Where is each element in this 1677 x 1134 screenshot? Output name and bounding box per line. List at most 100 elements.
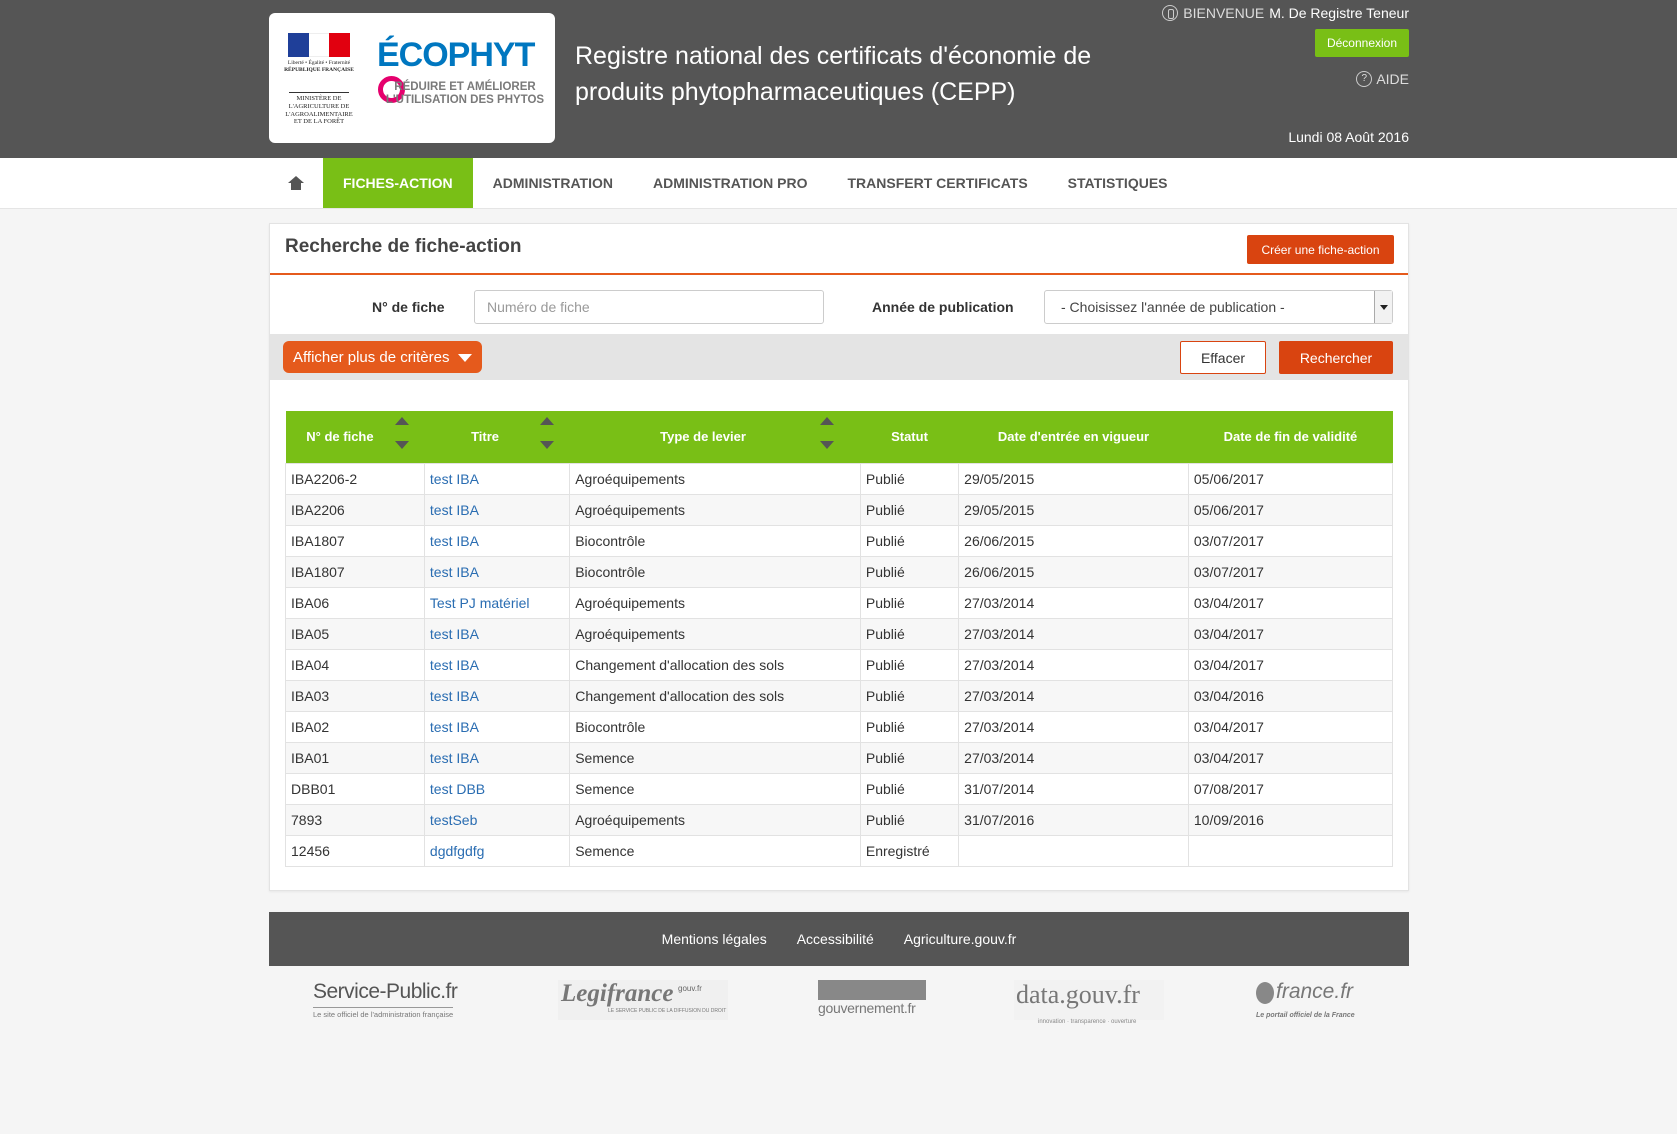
welcome-label: BIENVENUE xyxy=(1183,5,1265,21)
cell-date-fin: 03/04/2016 xyxy=(1187,679,1394,712)
sort-icon[interactable] xyxy=(819,417,834,455)
francefr-logo[interactable]: france.fr Le portail officiel de la Fran… xyxy=(1256,980,1366,1022)
search-button[interactable]: Rechercher xyxy=(1279,341,1393,374)
datagouv-logo[interactable]: data.gouv.fr innovation · transparence ·… xyxy=(1014,980,1164,1025)
footer-link-accessibilite[interactable]: Accessibilité xyxy=(797,931,874,947)
cell-statut: Publié xyxy=(859,555,960,588)
nav-item-statistiques[interactable]: STATISTIQUES xyxy=(1048,158,1188,208)
cell-titre[interactable]: test IBA xyxy=(423,555,571,588)
cell-fiche: IBA03 xyxy=(285,679,425,712)
nav-item-administration-pro[interactable]: ADMINISTRATION PRO xyxy=(633,158,828,208)
cell-date-fin xyxy=(1187,834,1394,867)
cell-statut: Publié xyxy=(859,648,960,681)
col-header-fiche[interactable]: N° de fiche xyxy=(285,411,425,463)
cell-statut: Publié xyxy=(859,741,960,774)
cell-type-levier: Semence xyxy=(569,741,861,774)
partner-logos: Service-Public.fr Le site officiel de l'… xyxy=(269,980,1409,1025)
more-criteria-button[interactable]: Afficher plus de critères xyxy=(283,341,482,373)
cell-type-levier: Changement d'allocation des sols xyxy=(569,648,861,681)
cell-statut: Enregistré xyxy=(859,834,960,867)
cell-date-entree: 27/03/2014 xyxy=(958,648,1189,681)
cell-titre[interactable]: test IBA xyxy=(423,524,571,557)
cell-fiche: IBA02 xyxy=(285,710,425,743)
cell-date-fin: 05/06/2017 xyxy=(1187,493,1394,526)
user-icon xyxy=(1162,5,1179,21)
cell-date-fin: 03/04/2017 xyxy=(1187,617,1394,650)
service-public-logo[interactable]: Service-Public.fr Le site officiel de l'… xyxy=(313,980,468,1022)
col-header-type-levier[interactable]: Type de levier xyxy=(569,411,861,463)
sort-icon[interactable] xyxy=(394,417,409,455)
publication-year-select[interactable]: - Choisissez l'année de publication - xyxy=(1044,290,1393,324)
gouvernement-logo[interactable]: gouvernement.fr xyxy=(818,980,926,1018)
create-fiche-button[interactable]: Créer une fiche-action xyxy=(1247,235,1394,264)
cell-titre[interactable]: test DBB xyxy=(423,772,571,805)
cell-titre[interactable]: test IBA xyxy=(423,493,571,526)
cell-date-fin: 03/07/2017 xyxy=(1187,555,1394,588)
cell-date-fin: 03/04/2017 xyxy=(1187,710,1394,743)
cell-titre[interactable]: test IBA xyxy=(423,741,571,774)
cell-titre[interactable]: test IBA xyxy=(423,648,571,681)
main-nav: FICHES-ACTION ADMINISTRATION ADMINISTRAT… xyxy=(0,158,1677,209)
cell-date-entree: 31/07/2014 xyxy=(958,772,1189,805)
cell-type-levier: Semence xyxy=(569,772,861,805)
cell-fiche: DBB01 xyxy=(285,772,425,805)
logo-block[interactable]: Liberté • Égalité • Fraternité RÉPUBLIQU… xyxy=(269,13,555,143)
cell-date-fin: 05/06/2017 xyxy=(1187,462,1394,495)
cell-titre[interactable]: Test PJ matériel xyxy=(423,586,571,619)
cell-date-entree: 26/06/2015 xyxy=(958,524,1189,557)
marianne-logo: Liberté • Égalité • Fraternité RÉPUBLIQU… xyxy=(281,28,357,130)
cell-date-fin: 03/04/2017 xyxy=(1187,741,1394,774)
cell-type-levier: Biocontrôle xyxy=(569,555,861,588)
table-row: IBA1807 test IBA Biocontrôle Publié 26/06/20… xyxy=(285,524,1394,557)
results-table: N° de fiche Titre Type de levier Statut … xyxy=(285,411,1394,867)
nav-item-transfert-certificats[interactable]: TRANSFERT CERTIFICATS xyxy=(827,158,1047,208)
cell-statut: Publié xyxy=(859,462,960,495)
cell-date-fin: 07/08/2017 xyxy=(1187,772,1394,805)
cell-titre[interactable]: dgdfgdfg xyxy=(423,834,571,867)
nav-item-fiches-action[interactable]: FICHES-ACTION xyxy=(323,158,473,208)
panel-title: Recherche de fiche-action xyxy=(285,236,522,257)
more-criteria-label: Afficher plus de critères xyxy=(293,348,450,366)
table-row: IBA2206-2 test IBA Agroéquipements Publié 29… xyxy=(285,462,1394,495)
cell-date-entree: 27/03/2014 xyxy=(958,741,1189,774)
cell-date-entree: 27/03/2014 xyxy=(958,617,1189,650)
footer-link-agriculture[interactable]: Agriculture.gouv.fr xyxy=(904,931,1017,947)
site-footer: Mentions légales Accessibilité Agricultu… xyxy=(269,912,1409,966)
search-actions: Afficher plus de critères Effacer Recher… xyxy=(270,334,1408,380)
home-icon xyxy=(288,176,304,190)
col-header-statut: Statut xyxy=(860,411,959,463)
clear-button[interactable]: Effacer xyxy=(1180,341,1266,374)
cell-statut: Publié xyxy=(859,803,960,836)
cell-titre[interactable]: test IBA xyxy=(423,679,571,712)
cell-titre[interactable]: test IBA xyxy=(423,710,571,743)
cell-type-levier: Semence xyxy=(569,834,861,867)
france-drop-icon xyxy=(1256,982,1274,1004)
col-header-titre[interactable]: Titre xyxy=(424,411,570,463)
app-title: Registre national des certificats d'écon… xyxy=(575,42,1092,106)
cell-date-entree: 29/05/2015 xyxy=(958,493,1189,526)
logout-button[interactable]: Déconnexion xyxy=(1315,29,1409,57)
nav-home[interactable] xyxy=(269,158,323,208)
table-row: IBA01 test IBA Semence Publié 27/03/2014 03/0… xyxy=(285,741,1394,774)
cell-fiche: IBA04 xyxy=(285,648,425,681)
nav-item-administration[interactable]: ADMINISTRATION xyxy=(473,158,633,208)
cell-titre[interactable]: testSeb xyxy=(423,803,571,836)
sort-icon[interactable] xyxy=(540,417,555,455)
legifrance-logo[interactable]: Legifrance gouv.fr LE SERVICE PUBLIC DE … xyxy=(558,980,728,1020)
cell-statut: Publié xyxy=(859,586,960,619)
cell-fiche: IBA2206 xyxy=(285,493,425,526)
footer-link-mentions[interactable]: Mentions légales xyxy=(662,931,767,947)
cell-fiche: IBA01 xyxy=(285,741,425,774)
cell-fiche: 12456 xyxy=(285,834,425,867)
cell-fiche: IBA05 xyxy=(285,617,425,650)
table-header-row: N° de fiche Titre Type de levier Statut … xyxy=(285,411,1393,463)
col-header-date-fin: Date de fin de validité xyxy=(1188,411,1393,463)
cell-type-levier: Agroéquipements xyxy=(569,803,861,836)
cell-titre[interactable]: test IBA xyxy=(423,462,571,495)
help-link[interactable]: ? AIDE xyxy=(1356,71,1409,87)
search-filters: N° de fiche Année de publication - Chois… xyxy=(270,277,1408,334)
french-flag-icon xyxy=(288,33,351,57)
gouvernement-banner-icon xyxy=(818,980,926,1000)
fiche-number-input[interactable] xyxy=(474,290,824,324)
cell-titre[interactable]: test IBA xyxy=(423,617,571,650)
